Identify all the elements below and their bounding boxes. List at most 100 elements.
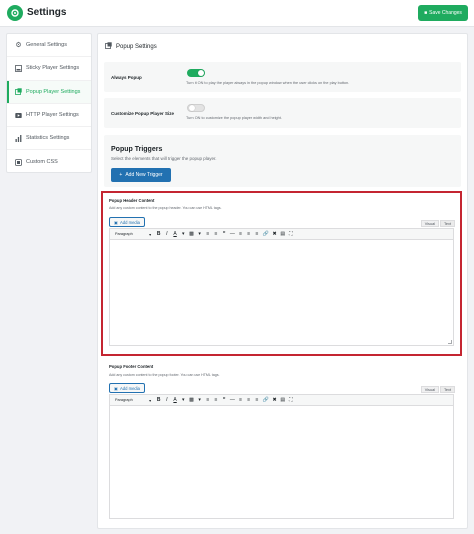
background-color-icon[interactable]: ▩ xyxy=(189,231,194,238)
fullscreen-icon[interactable]: ⛶ xyxy=(288,231,293,238)
header-format-select[interactable]: Paragraph ▾ xyxy=(113,231,153,238)
bold-icon[interactable]: B xyxy=(156,231,161,238)
popup-triggers-title: Popup Triggers xyxy=(111,146,163,153)
add-media-label: Add media xyxy=(119,219,140,225)
align-right-icon[interactable]: ≡ xyxy=(254,397,259,404)
always-popup-row: Always Popup Turn it ON to play the play… xyxy=(104,62,461,92)
background-color-icon[interactable]: ▩ xyxy=(189,397,194,404)
page-title: Settings xyxy=(27,7,67,18)
header-editor-tabs: Visual Text xyxy=(420,220,455,227)
chevron-down-icon[interactable]: ▾ xyxy=(197,231,202,238)
always-popup-description: Turn it ON to play the player always in … xyxy=(186,81,350,85)
sidebar-item-sticky-player-settings[interactable]: Sticky Player Settings xyxy=(7,57,91,81)
sidebar-item-custom-css[interactable]: Custom CSS xyxy=(7,150,91,173)
sidebar-item-label: HTTP Player Settings xyxy=(26,112,79,119)
bold-icon[interactable]: B xyxy=(156,397,161,404)
customize-size-label: Customize Popup Player Size xyxy=(111,111,175,116)
popup-player-icon xyxy=(105,42,112,51)
align-center-icon[interactable]: ≡ xyxy=(246,397,251,404)
align-center-icon[interactable]: ≡ xyxy=(246,231,251,238)
text-color-icon[interactable]: A xyxy=(173,397,178,404)
sidebar-item-general-settings[interactable]: ⚙ General Settings xyxy=(7,34,91,58)
fullscreen-icon[interactable]: ⛶ xyxy=(288,397,293,404)
sidebar-item-label: Sticky Player Settings xyxy=(26,65,80,72)
sidebar-item-label: General Settings xyxy=(26,42,67,49)
save-changes-label: Save Changes xyxy=(429,10,462,16)
header-tab-text[interactable]: Text xyxy=(440,220,455,227)
always-popup-label: Always Popup xyxy=(111,75,142,80)
numbered-list-icon[interactable]: ≡ xyxy=(214,397,219,404)
footer-content-editor[interactable] xyxy=(109,406,454,519)
footer-editor-toolbar: Paragraph ▾ B I A ▾ ▩ ▾ ≡ ≡ ❞ — ≡ ≡ ≡ 🔗 … xyxy=(109,394,454,406)
footer-add-media-button[interactable]: ▣ Add media xyxy=(109,383,145,393)
text-color-icon[interactable]: A xyxy=(173,231,178,238)
customize-size-row: Customize Popup Player Size Turn ON to c… xyxy=(104,98,461,128)
insert-link-icon[interactable]: 🔗 xyxy=(263,397,269,404)
settings-main-panel: Popup Settings Always Popup Turn it ON t… xyxy=(97,33,468,529)
horizontal-line-icon[interactable]: — xyxy=(230,397,235,404)
sidebar-item-http-player-settings[interactable]: HTTP Player Settings xyxy=(7,104,91,128)
custom-css-icon xyxy=(15,158,22,166)
italic-icon[interactable]: I xyxy=(164,231,169,238)
align-left-icon[interactable]: ≡ xyxy=(238,397,243,404)
format-select-value: Paragraph xyxy=(115,398,133,402)
italic-icon[interactable]: I xyxy=(164,397,169,404)
popup-footer-content-label: Popup Footer Content xyxy=(109,364,154,369)
remove-link-icon[interactable]: ✖ xyxy=(272,231,277,238)
blockquote-icon[interactable]: ❞ xyxy=(222,231,227,238)
chevron-down-icon[interactable]: ▾ xyxy=(181,231,186,238)
bullet-list-icon[interactable]: ≡ xyxy=(205,397,210,404)
footer-format-select[interactable]: Paragraph ▾ xyxy=(113,397,153,404)
remove-link-icon[interactable]: ✖ xyxy=(272,397,277,404)
read-more-icon[interactable]: ▤ xyxy=(280,231,285,238)
blockquote-icon[interactable]: ❞ xyxy=(222,397,227,404)
popup-triggers-subtitle: Select the elements that will trigger th… xyxy=(111,156,217,161)
footer-editor-tabs: Visual Text xyxy=(420,386,455,393)
chevron-down-icon: ▾ xyxy=(149,232,151,237)
numbered-list-icon[interactable]: ≡ xyxy=(214,231,219,238)
sidebar-item-label: Statistics Settings xyxy=(26,135,70,142)
gear-icon: ⚙ xyxy=(15,42,22,50)
sticky-player-icon xyxy=(15,65,22,72)
header-content-editor[interactable] xyxy=(109,240,454,346)
customize-size-toggle[interactable] xyxy=(187,104,205,112)
popup-footer-content-description: Add any custom content to the popup foot… xyxy=(109,373,220,377)
chevron-down-icon[interactable]: ▾ xyxy=(181,397,186,404)
add-new-trigger-button[interactable]: + Add New Trigger xyxy=(111,168,171,182)
sidebar-item-label: Popup Player Settings xyxy=(26,88,81,95)
plus-icon: + xyxy=(119,172,123,178)
sidebar-item-statistics-settings[interactable]: Statistics Settings xyxy=(7,127,91,151)
http-player-icon xyxy=(15,112,22,119)
add-new-trigger-label: Add New Trigger xyxy=(125,172,163,178)
save-changes-button[interactable]: ■ Save Changes xyxy=(418,5,468,21)
align-left-icon[interactable]: ≡ xyxy=(238,231,243,238)
sidebar-item-popup-player-settings[interactable]: Popup Player Settings xyxy=(7,80,91,104)
chevron-down-icon: ▾ xyxy=(149,398,151,403)
statistics-icon xyxy=(15,134,22,142)
horizontal-line-icon[interactable]: — xyxy=(230,231,235,238)
header-tab-visual[interactable]: Visual xyxy=(420,220,440,227)
customize-size-description: Turn ON to customize the popup player wi… xyxy=(186,116,282,120)
save-icon: ■ xyxy=(424,10,428,16)
chevron-down-icon[interactable]: ▾ xyxy=(197,397,202,404)
insert-link-icon[interactable]: 🔗 xyxy=(263,231,269,238)
app-logo-icon xyxy=(7,5,23,21)
read-more-icon[interactable]: ▤ xyxy=(280,397,285,404)
bullet-list-icon[interactable]: ≡ xyxy=(205,231,210,238)
popup-header-content-label: Popup Header Content xyxy=(109,198,155,203)
media-icon: ▣ xyxy=(114,219,118,225)
popup-triggers-section: Popup Triggers Select the elements that … xyxy=(104,135,461,187)
popup-header-content-section: Popup Header Content Add any custom cont… xyxy=(101,191,462,356)
footer-tab-text[interactable]: Text xyxy=(440,386,455,393)
header-editor-toolbar: Paragraph ▾ B I A ▾ ▩ ▾ ≡ ≡ ❞ — ≡ ≡ ≡ 🔗 … xyxy=(109,228,454,240)
always-popup-toggle[interactable] xyxy=(187,69,205,77)
resize-handle-icon[interactable] xyxy=(448,340,452,344)
media-icon: ▣ xyxy=(114,385,118,391)
settings-sidebar: ⚙ General Settings Sticky Player Setting… xyxy=(6,33,92,173)
sidebar-item-label: Custom CSS xyxy=(26,159,58,166)
popup-footer-content-section: Popup Footer Content Add any custom cont… xyxy=(103,360,460,525)
align-right-icon[interactable]: ≡ xyxy=(254,231,259,238)
footer-tab-visual[interactable]: Visual xyxy=(420,386,440,393)
format-select-value: Paragraph xyxy=(115,232,133,236)
header-add-media-button[interactable]: ▣ Add media xyxy=(109,217,145,227)
